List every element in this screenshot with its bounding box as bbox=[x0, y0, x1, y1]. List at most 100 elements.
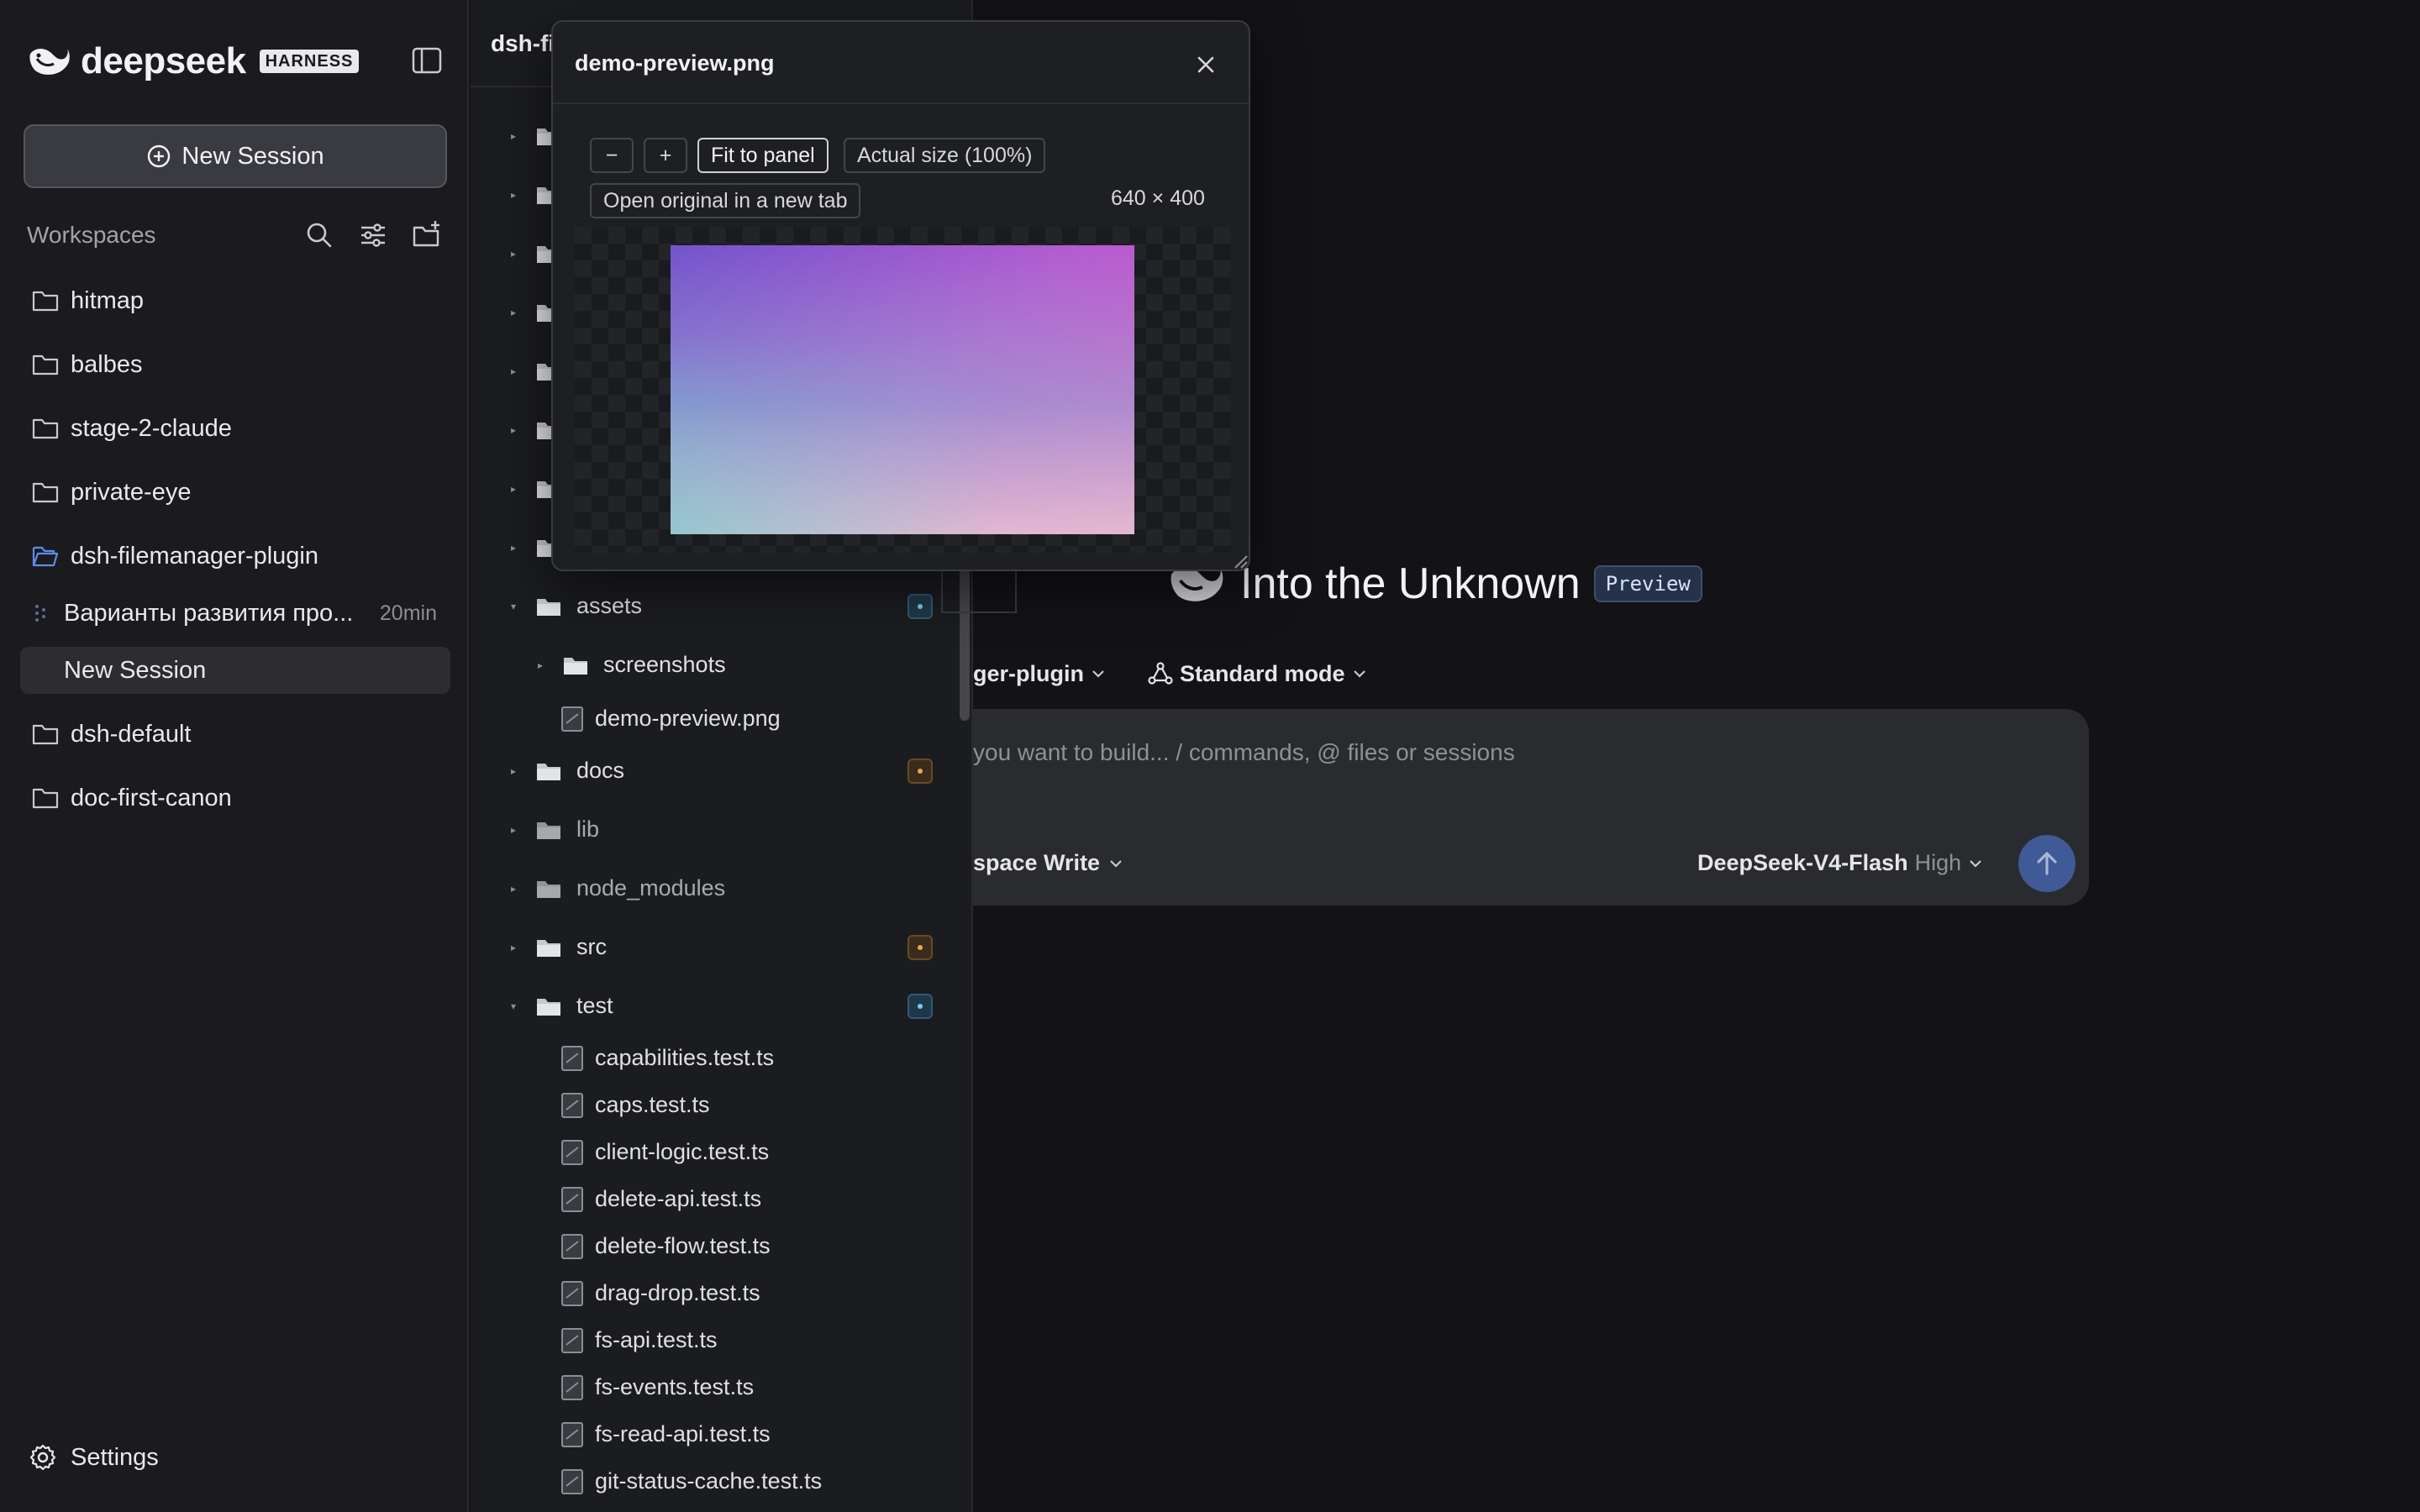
tree-folder-test[interactable]: ▾ test bbox=[471, 986, 958, 1026]
tree-label: fs-events.test.ts bbox=[595, 1374, 755, 1399]
tree-label: client-logic.test.ts bbox=[595, 1139, 770, 1164]
folder-icon bbox=[32, 291, 59, 312]
open-original-button[interactable]: Open original in a new tab bbox=[590, 183, 861, 218]
tree-folder-assets[interactable]: ▾ assets bbox=[471, 586, 958, 627]
tree-file[interactable]: fs-api.test.ts bbox=[471, 1320, 958, 1361]
workspace-item-dsh-filemanager-plugin[interactable]: dsh-filemanager-plugin bbox=[20, 533, 450, 580]
workspace-label: hitmap bbox=[71, 286, 145, 314]
chevron-down-icon bbox=[1353, 670, 1365, 678]
file-icon bbox=[561, 706, 583, 732]
tree-file[interactable]: fs-read-api.test.ts bbox=[471, 1415, 958, 1455]
file-icon bbox=[561, 1281, 583, 1306]
session-running-indicator-icon bbox=[35, 605, 45, 622]
file-icon bbox=[561, 1375, 583, 1400]
folder-icon bbox=[563, 654, 588, 676]
mode-selector-label: Standard mode bbox=[1180, 660, 1345, 686]
settings-button[interactable]: Settings bbox=[29, 1443, 159, 1472]
actual-size-button[interactable]: Actual size (100%) bbox=[844, 138, 1046, 173]
prompt-input[interactable]: you want to build... / commands, @ files… bbox=[973, 739, 1515, 766]
caret-right-icon: ▸ bbox=[510, 883, 517, 895]
tree-file[interactable]: caps.test.ts bbox=[471, 1085, 958, 1126]
app-window: deepseek HARNESS New Session Workspaces bbox=[0, 0, 2420, 1512]
tree-label: delete-flow.test.ts bbox=[595, 1233, 771, 1258]
tree-file[interactable]: delete-flow.test.ts bbox=[471, 1226, 958, 1267]
tree-file[interactable]: drag-drop.test.ts bbox=[471, 1273, 958, 1314]
mode-selector[interactable]: Standard mode bbox=[1148, 657, 1367, 690]
session-item-active[interactable]: New Session bbox=[20, 647, 450, 694]
tree-file[interactable]: fs-events.test.ts bbox=[471, 1368, 958, 1408]
permission-selector-label: space Write bbox=[973, 850, 1101, 875]
zoom-in-button[interactable]: + bbox=[644, 138, 687, 173]
workspace-selector-label: ger-plugin bbox=[973, 660, 1084, 686]
caret-right-icon: ▸ bbox=[510, 483, 517, 495]
new-session-button[interactable]: New Session bbox=[24, 124, 447, 188]
workspace-item-private-eye[interactable]: private-eye bbox=[20, 469, 450, 516]
search-icon[interactable] bbox=[304, 220, 334, 250]
workspace-item-balbes[interactable]: balbes bbox=[20, 341, 450, 388]
fit-to-panel-button[interactable]: Fit to panel bbox=[697, 138, 829, 173]
workspace-item-doc-first-canon[interactable]: doc-first-canon bbox=[20, 774, 450, 822]
tree-file-demo-preview[interactable]: demo-preview.png bbox=[471, 699, 958, 739]
arrow-up-icon bbox=[2037, 852, 2057, 875]
tree-folder-docs[interactable]: ▸ docs bbox=[471, 751, 958, 791]
file-panel-title: dsh-fi bbox=[491, 30, 555, 56]
caret-down-icon: ▾ bbox=[510, 601, 517, 612]
tree-label: test bbox=[576, 993, 613, 1018]
tree-label: node_modules bbox=[576, 875, 726, 900]
tree-folder-screenshots[interactable]: ▸ screenshots bbox=[471, 645, 958, 685]
folder-icon bbox=[536, 878, 561, 900]
folder-icon bbox=[32, 788, 59, 809]
sidebar-toggle-icon[interactable] bbox=[412, 47, 442, 74]
file-icon bbox=[561, 1140, 583, 1165]
workspace-item-hitmap[interactable]: hitmap bbox=[20, 277, 450, 324]
context-bar: ger-plugin Standard mode bbox=[973, 657, 1729, 690]
folder-open-icon bbox=[32, 546, 59, 567]
git-status-badge bbox=[908, 759, 933, 784]
caret-right-icon: ▸ bbox=[510, 942, 517, 953]
session-age: 20min bbox=[379, 601, 437, 625]
caret-right-icon: ▸ bbox=[510, 542, 517, 554]
tree-label: capabilities.test.ts bbox=[595, 1045, 775, 1070]
folder-icon bbox=[32, 354, 59, 375]
tree-folder-src[interactable]: ▸ src bbox=[471, 927, 958, 968]
tree-label: caps.test.ts bbox=[595, 1092, 710, 1117]
tree-file[interactable]: delete-api.test.ts bbox=[471, 1179, 958, 1220]
workspace-label: stage-2-claude bbox=[71, 414, 232, 442]
file-icon bbox=[561, 1234, 583, 1259]
send-button[interactable] bbox=[2018, 835, 2075, 892]
new-folder-icon[interactable] bbox=[412, 220, 442, 250]
tree-label: assets bbox=[576, 593, 643, 618]
file-icon bbox=[561, 1328, 583, 1353]
close-icon[interactable] bbox=[1193, 52, 1218, 77]
settings-label: Settings bbox=[71, 1443, 159, 1471]
filter-sliders-icon[interactable] bbox=[358, 220, 388, 250]
model-effort: High bbox=[1914, 850, 1962, 875]
resize-handle-icon[interactable] bbox=[1232, 553, 1249, 570]
tree-file[interactable]: client-logic.test.ts bbox=[471, 1132, 958, 1173]
session-item[interactable]: Варианты развития про... 20min bbox=[20, 590, 450, 637]
git-status-badge bbox=[908, 594, 933, 619]
popup-header: demo-preview.png bbox=[553, 22, 1249, 104]
tree-file[interactable]: git-status-cache.test.ts bbox=[471, 1462, 958, 1502]
workspace-item-dsh-default[interactable]: dsh-default bbox=[20, 711, 450, 758]
tree-folder-node-modules[interactable]: ▸ node_modules bbox=[471, 869, 958, 909]
workspace-item-stage-2-claude[interactable]: stage-2-claude bbox=[20, 405, 450, 452]
tree-file[interactable]: capabilities.test.ts bbox=[471, 1038, 958, 1079]
message-composer[interactable]: you want to build... / commands, @ files… bbox=[973, 709, 2089, 906]
image-preview-popup: demo-preview.png − + Fit to panel Actual… bbox=[551, 20, 1250, 571]
tree-folder-lib[interactable]: ▸ lib bbox=[471, 810, 958, 850]
model-selector[interactable]: DeepSeek-V4-Flash High bbox=[1697, 850, 1983, 876]
chevron-down-icon bbox=[1110, 859, 1122, 868]
image-dimensions: 640 × 400 bbox=[1111, 186, 1205, 210]
zoom-out-button[interactable]: − bbox=[590, 138, 634, 173]
workspace-label: dsh-filemanager-plugin bbox=[71, 542, 318, 570]
workspaces-header: Workspaces bbox=[27, 220, 447, 250]
permission-selector[interactable]: space Write bbox=[973, 850, 1123, 876]
workspace-selector[interactable]: ger-plugin bbox=[973, 657, 1106, 690]
caret-right-icon: ▸ bbox=[510, 824, 517, 836]
gear-icon bbox=[29, 1444, 56, 1471]
folder-icon bbox=[32, 724, 59, 745]
caret-right-icon: ▸ bbox=[510, 765, 517, 777]
workspace-label: doc-first-canon bbox=[71, 784, 232, 811]
caret-right-icon: ▸ bbox=[510, 130, 517, 142]
